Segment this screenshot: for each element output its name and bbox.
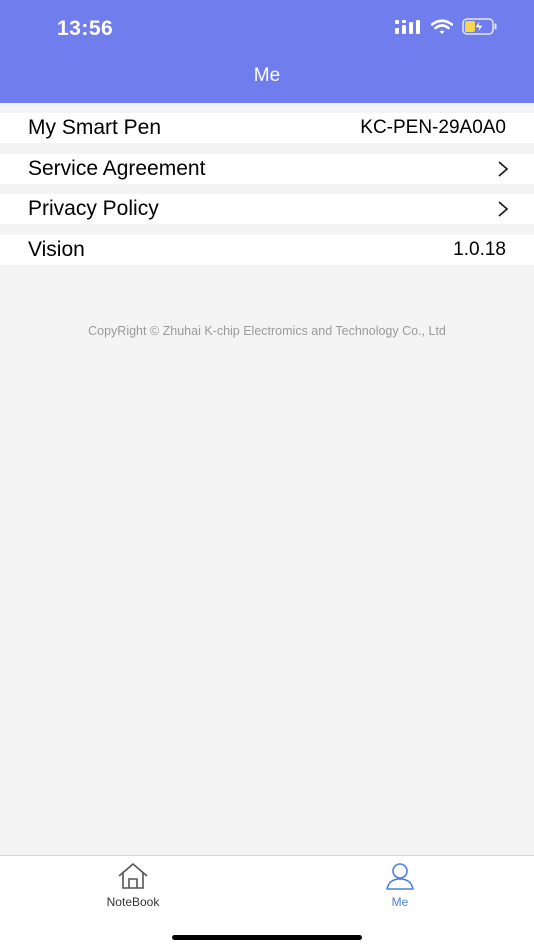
person-icon bbox=[386, 863, 414, 890]
pen-id-value: KC-PEN-29A0A0 bbox=[360, 117, 506, 138]
page-title: Me bbox=[253, 65, 281, 86]
home-icon bbox=[118, 863, 148, 889]
version-value: 1.0.18 bbox=[453, 239, 506, 260]
copyright-text: CopyRight © Zhuhai K-chip Electromics an… bbox=[88, 324, 446, 338]
row-label: Vision bbox=[28, 238, 85, 261]
version-row: Vision 1.0.18 bbox=[0, 235, 534, 265]
my-smart-pen-row[interactable]: My Smart Pen KC-PEN-29A0A0 bbox=[0, 113, 534, 143]
tab-label: Me bbox=[391, 895, 409, 909]
row-label: Service Agreement bbox=[28, 157, 206, 180]
wifi-icon bbox=[431, 18, 453, 34]
chevron-right-icon bbox=[498, 201, 509, 217]
status-icons bbox=[395, 18, 498, 35]
battery-charging-icon bbox=[462, 18, 497, 35]
chevron-right-icon bbox=[498, 161, 509, 177]
tab-notebook[interactable]: NoteBook bbox=[73, 862, 193, 909]
header: 13:56 Me bbox=[0, 0, 534, 103]
row-label: Privacy Policy bbox=[28, 197, 159, 220]
status-time: 13:56 bbox=[57, 17, 114, 40]
tab-label: NoteBook bbox=[106, 895, 160, 909]
home-indicator[interactable] bbox=[172, 935, 362, 940]
signal-icon bbox=[395, 19, 420, 34]
privacy-policy-row[interactable]: Privacy Policy bbox=[0, 194, 534, 224]
row-label: My Smart Pen bbox=[28, 116, 162, 139]
tab-me[interactable]: Me bbox=[340, 862, 460, 909]
service-agreement-row[interactable]: Service Agreement bbox=[0, 154, 534, 184]
